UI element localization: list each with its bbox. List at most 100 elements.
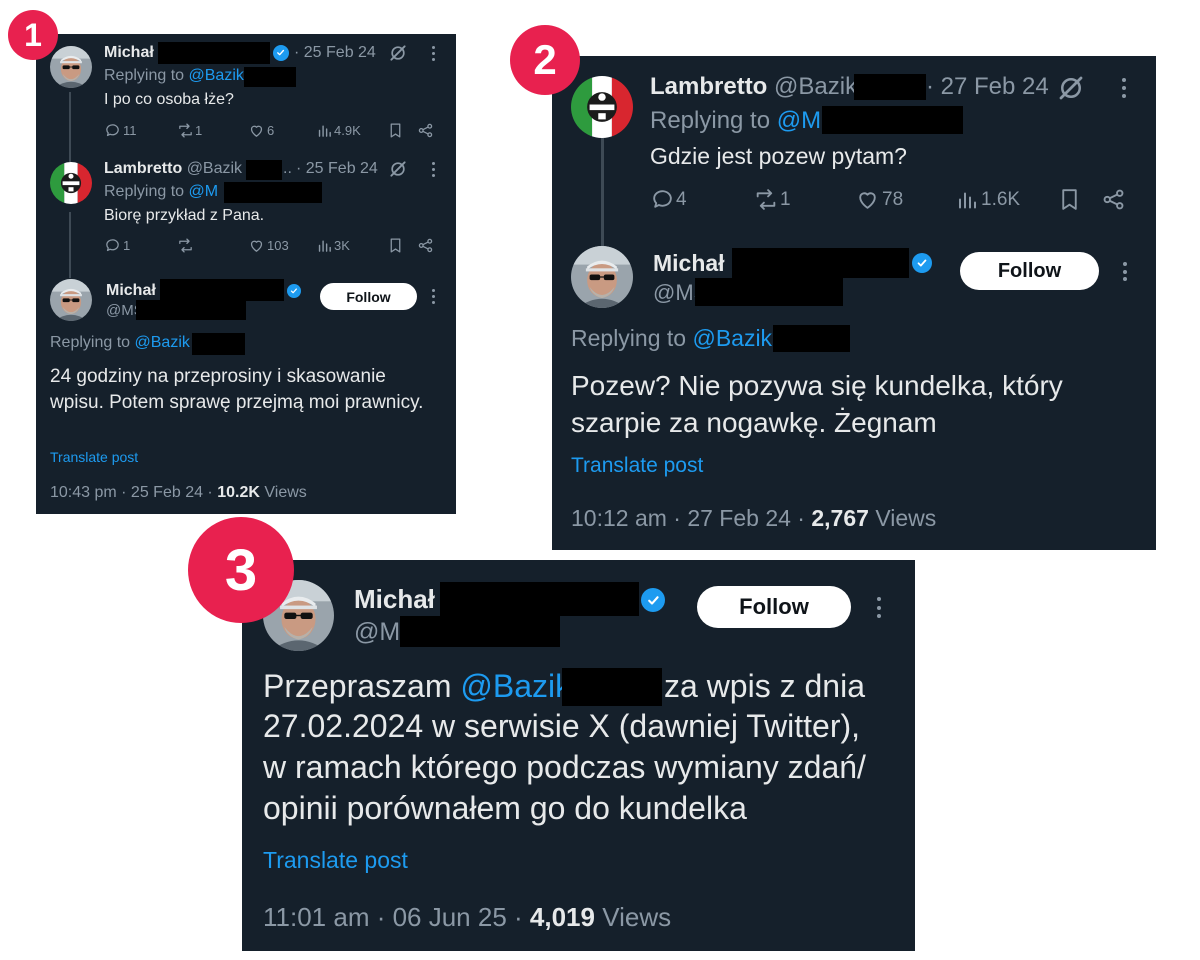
grok-icon[interactable] bbox=[1056, 73, 1086, 103]
verified-icon bbox=[287, 284, 301, 298]
repost-button[interactable] bbox=[176, 237, 195, 254]
author-line: Lambretto @Bazik bbox=[650, 73, 857, 101]
like-count: 6 bbox=[267, 123, 275, 138]
more-icon[interactable] bbox=[431, 289, 435, 304]
bookmark-icon[interactable] bbox=[387, 237, 404, 254]
views-count: 4.9K bbox=[334, 123, 361, 138]
author-name[interactable]: Michał bbox=[106, 282, 156, 300]
author-name[interactable]: Michał bbox=[354, 584, 435, 615]
timestamp[interactable]: 10:12 am · 27 Feb 24 · bbox=[571, 505, 805, 531]
follow-button[interactable]: Follow bbox=[320, 283, 417, 310]
tweet-text-line-4: opinii porównałem go do kundelka bbox=[263, 790, 747, 826]
tweet-date[interactable]: · 25 Feb 24 bbox=[296, 160, 378, 178]
redaction-bar bbox=[400, 616, 560, 647]
replying-label: Replying to bbox=[571, 325, 687, 351]
author-name[interactable]: Lambretto bbox=[104, 160, 182, 177]
more-icon[interactable] bbox=[1121, 78, 1126, 98]
reply-button[interactable]: 11 bbox=[104, 122, 137, 139]
tweet-text: I po co osoba łże? bbox=[104, 91, 234, 108]
translate-link[interactable]: Translate post bbox=[50, 449, 138, 465]
mention-link[interactable]: @Bazik bbox=[692, 325, 772, 351]
redaction-bar bbox=[158, 42, 270, 64]
views-label: Views bbox=[264, 484, 307, 501]
views-count: 4,019 bbox=[529, 902, 595, 932]
timestamp[interactable]: 11:01 am · 06 Jun 25 · bbox=[263, 902, 523, 932]
redaction-bar bbox=[192, 333, 245, 355]
avatar[interactable] bbox=[50, 279, 92, 321]
share-icon[interactable] bbox=[1101, 187, 1126, 212]
more-icon[interactable] bbox=[1122, 262, 1127, 281]
tweet-date[interactable]: · 27 Feb 24 bbox=[926, 73, 1049, 101]
views-count: 3K bbox=[334, 238, 350, 253]
handle-ellipsis: .. bbox=[283, 160, 292, 177]
number-badge-2: 2 bbox=[510, 25, 580, 95]
timestamp[interactable]: 10:43 pm · 25 Feb 24 · bbox=[50, 484, 213, 501]
more-icon[interactable] bbox=[876, 597, 881, 618]
follow-button[interactable]: Follow bbox=[697, 586, 851, 628]
tweet-date[interactable]: · 25 Feb 24 bbox=[294, 44, 376, 62]
number-badge-1: 1 bbox=[8, 10, 58, 60]
redaction-bar bbox=[246, 160, 282, 180]
mention-link[interactable]: @Bazik bbox=[189, 67, 244, 84]
verified-icon bbox=[273, 45, 289, 61]
author-handle[interactable]: @Bazik bbox=[774, 73, 857, 100]
like-count: 78 bbox=[882, 188, 904, 210]
bookmark-icon[interactable] bbox=[1057, 187, 1082, 212]
thread-line bbox=[69, 92, 71, 162]
repost-button[interactable]: 1 bbox=[176, 122, 202, 139]
redaction-bar bbox=[224, 182, 322, 203]
like-button[interactable]: 6 bbox=[248, 122, 274, 139]
translate-link[interactable]: Translate post bbox=[571, 454, 703, 478]
replying-label: Replying to bbox=[650, 107, 771, 134]
more-icon[interactable] bbox=[431, 46, 435, 61]
redaction-bar bbox=[562, 668, 662, 706]
views-count: 2,767 bbox=[811, 505, 869, 531]
author-handle[interactable]: @Bazik bbox=[187, 160, 242, 177]
follow-button[interactable]: Follow bbox=[960, 252, 1099, 290]
tweet-text: Biorę przykład z Pana. bbox=[104, 207, 265, 224]
redaction-bar bbox=[244, 67, 296, 87]
mention-link[interactable]: @Bazik bbox=[135, 334, 190, 351]
mention-link[interactable]: @M bbox=[189, 183, 219, 200]
grok-icon[interactable] bbox=[388, 43, 408, 63]
repost-count: 1 bbox=[780, 188, 791, 210]
redaction-bar bbox=[440, 582, 639, 616]
repost-button[interactable]: 1 bbox=[752, 187, 791, 212]
views-button[interactable]: 3K bbox=[316, 237, 350, 254]
screenshot-panel-3: Michał @M Follow Przepraszam @Bazik za w… bbox=[242, 560, 915, 951]
reply-count: 11 bbox=[123, 123, 137, 138]
share-icon[interactable] bbox=[417, 237, 434, 254]
replying-label: Replying to bbox=[104, 67, 185, 84]
author-name[interactable]: Michał bbox=[653, 250, 725, 277]
tweet-meta: 10:43 pm · 25 Feb 24 · 10.2K Views bbox=[50, 484, 307, 502]
share-icon[interactable] bbox=[417, 122, 434, 139]
tweet-text-fragment: Przepraszam bbox=[263, 668, 452, 704]
tweet-text-line-2: 27.02.2024 w serwisie X (dawniej Twitter… bbox=[263, 708, 861, 744]
grok-icon[interactable] bbox=[388, 159, 408, 179]
author-name[interactable]: Michał bbox=[104, 44, 154, 62]
like-button[interactable]: 78 bbox=[855, 187, 903, 212]
tweet-text-line-3: w ramach którego podczas wymiany zdań/ bbox=[263, 749, 866, 785]
translate-link[interactable]: Translate post bbox=[263, 847, 408, 874]
reply-count: 4 bbox=[676, 188, 687, 210]
bookmark-icon[interactable] bbox=[387, 122, 404, 139]
repost-count: 1 bbox=[195, 123, 203, 138]
reply-button[interactable]: 1 bbox=[104, 237, 130, 254]
reply-count: 1 bbox=[123, 238, 131, 253]
tweet-text: 24 godziny na przeprosiny i skasowanie w… bbox=[50, 366, 424, 413]
avatar[interactable] bbox=[571, 76, 633, 138]
redaction-bar bbox=[854, 74, 926, 100]
like-button[interactable]: 103 bbox=[248, 237, 289, 254]
author-name[interactable]: Lambretto bbox=[650, 73, 767, 100]
tweet-text: Gdzie jest pozew pytam? bbox=[650, 143, 907, 169]
mention-link[interactable]: @Bazik bbox=[460, 668, 571, 704]
more-icon[interactable] bbox=[431, 162, 435, 177]
replying-label: Replying to bbox=[104, 183, 185, 200]
views-button[interactable]: 4.9K bbox=[316, 122, 361, 139]
reply-button[interactable]: 4 bbox=[650, 187, 687, 212]
avatar[interactable] bbox=[50, 46, 92, 88]
avatar[interactable] bbox=[50, 162, 92, 204]
views-button[interactable]: 1.6K bbox=[955, 187, 1020, 212]
avatar[interactable] bbox=[571, 246, 633, 308]
author-handle[interactable]: @M bbox=[354, 618, 400, 647]
